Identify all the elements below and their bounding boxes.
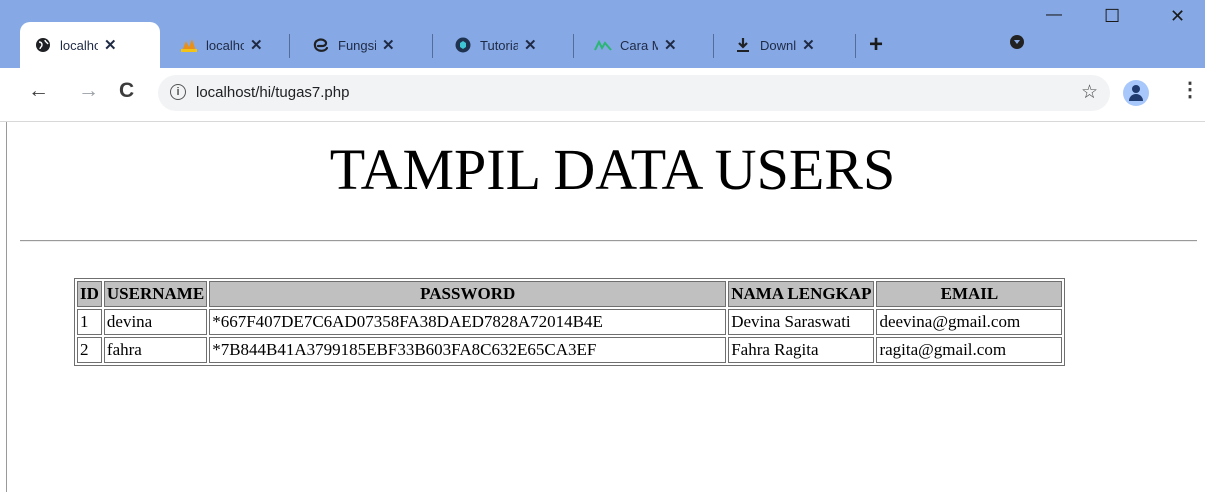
page-title: TAMPIL DATA USERS [329, 137, 896, 202]
tab-title: localho [206, 37, 244, 53]
tab-title: Cara M [620, 37, 658, 53]
tab-title: Tutoria [480, 37, 518, 53]
cell-email: ragita@gmail.com [876, 337, 1063, 363]
close-window-icon[interactable]: ✕ [1170, 6, 1185, 27]
info-icon[interactable]: i [170, 84, 186, 100]
reload-icon[interactable]: C [119, 80, 134, 101]
tab-title: localho [60, 37, 98, 53]
header-nama-lengkap: NAMA LENGKAP [728, 281, 875, 307]
tab-separator [855, 34, 856, 58]
tab-separator [432, 34, 433, 58]
table-row: 1 devina *667F407DE7C6AD07358FA38DAED782… [77, 309, 1063, 335]
globe-icon [34, 36, 52, 54]
header-id: ID [77, 281, 102, 307]
table-row: 2 fahra *7B844B41A3799185EBF33B603FA8C63… [77, 337, 1063, 363]
tab-2[interactable]: localho ✕ [166, 22, 290, 68]
cell-id: 1 [77, 309, 102, 335]
profile-avatar-icon[interactable] [1123, 80, 1149, 106]
tab-title: Downl [760, 37, 797, 53]
tab-separator [289, 34, 290, 58]
tab-3[interactable]: Fungsi ✕ [298, 22, 433, 68]
tab-separator [713, 34, 714, 58]
horizontal-rule [20, 240, 1197, 242]
forward-icon[interactable]: → [78, 80, 99, 101]
tab-title: Fungsi [338, 37, 376, 53]
users-table: ID USERNAME PASSWORD NAMA LENGKAP EMAIL … [74, 278, 1066, 366]
cell-nama-lengkap: Devina Saraswati [728, 309, 875, 335]
tab-1[interactable]: localho ✕ [20, 22, 160, 68]
tab-5[interactable]: Cara M ✕ [580, 22, 714, 68]
cell-password: *667F407DE7C6AD07358FA38DAED7828A72014B4… [209, 309, 727, 335]
back-icon[interactable]: ← [28, 80, 49, 101]
tab-6[interactable]: Downl ✕ [720, 22, 856, 68]
edge-icon [312, 36, 330, 54]
download-icon [734, 36, 752, 54]
nuxt-icon [594, 36, 612, 54]
close-icon[interactable]: ✕ [664, 36, 677, 54]
new-tab-button[interactable]: + [869, 33, 883, 57]
close-icon[interactable]: ✕ [802, 36, 815, 54]
browser-toolbar: ← → C i localhost/hi/tugas7.php ☆ ⋮ [0, 68, 1205, 122]
close-icon[interactable]: ✕ [524, 36, 537, 54]
cell-password: *7B844B41A3799185EBF33B603FA8C632E65CA3E… [209, 337, 727, 363]
cell-username: devina [103, 309, 208, 335]
page-content: TAMPIL DATA USERS ID USERNAME PASSWORD N… [0, 122, 1205, 492]
address-bar[interactable]: i localhost/hi/tugas7.php ☆ [158, 75, 1110, 111]
tab-strip: localho ✕ localho ✕ Fungsi ✕ Tutoria ✕ C… [0, 0, 1205, 68]
tab-separator [573, 34, 574, 58]
header-row: ID USERNAME PASSWORD NAMA LENGKAP EMAIL [77, 281, 1063, 307]
minimize-icon[interactable]: — [1046, 6, 1062, 24]
tab-4[interactable]: Tutoria ✕ [440, 22, 574, 68]
header-password: PASSWORD [209, 281, 727, 307]
address-url[interactable]: localhost/hi/tugas7.php [196, 84, 349, 101]
tab-search-icon[interactable] [1010, 35, 1024, 49]
phpmyadmin-icon [180, 36, 198, 54]
close-icon[interactable]: ✕ [104, 36, 117, 54]
close-icon[interactable]: ✕ [382, 36, 395, 54]
cell-nama-lengkap: Fahra Ragita [728, 337, 875, 363]
menu-icon[interactable]: ⋮ [1180, 80, 1200, 100]
header-email: EMAIL [876, 281, 1063, 307]
close-icon[interactable]: ✕ [250, 36, 263, 54]
maximize-icon[interactable]: ☐ [1104, 6, 1120, 27]
header-username: USERNAME [103, 281, 208, 307]
cell-id: 2 [77, 337, 102, 363]
cell-email: deevina@gmail.com [876, 309, 1063, 335]
bookmark-star-icon[interactable]: ☆ [1081, 81, 1098, 104]
cell-username: fahra [103, 337, 208, 363]
tutorial-icon [454, 36, 472, 54]
